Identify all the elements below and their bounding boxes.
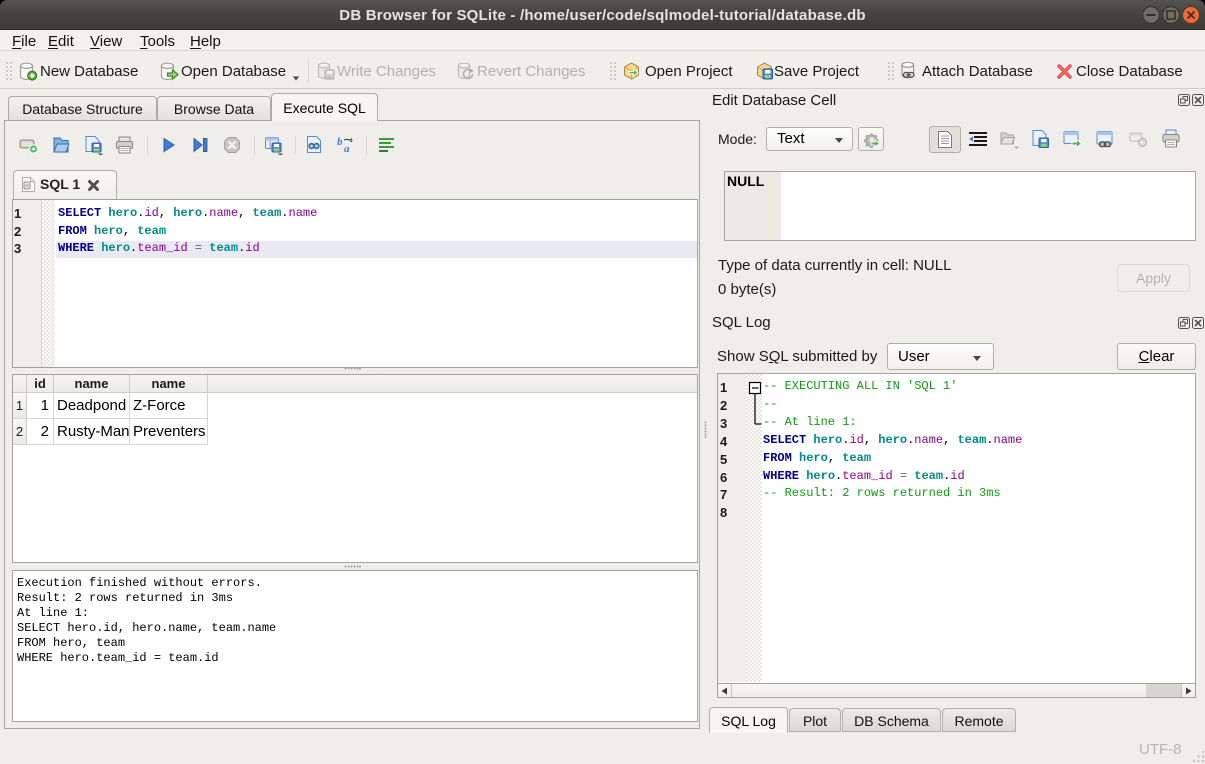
svg-text:a: a: [344, 143, 350, 154]
svg-text:b: b: [337, 136, 343, 148]
